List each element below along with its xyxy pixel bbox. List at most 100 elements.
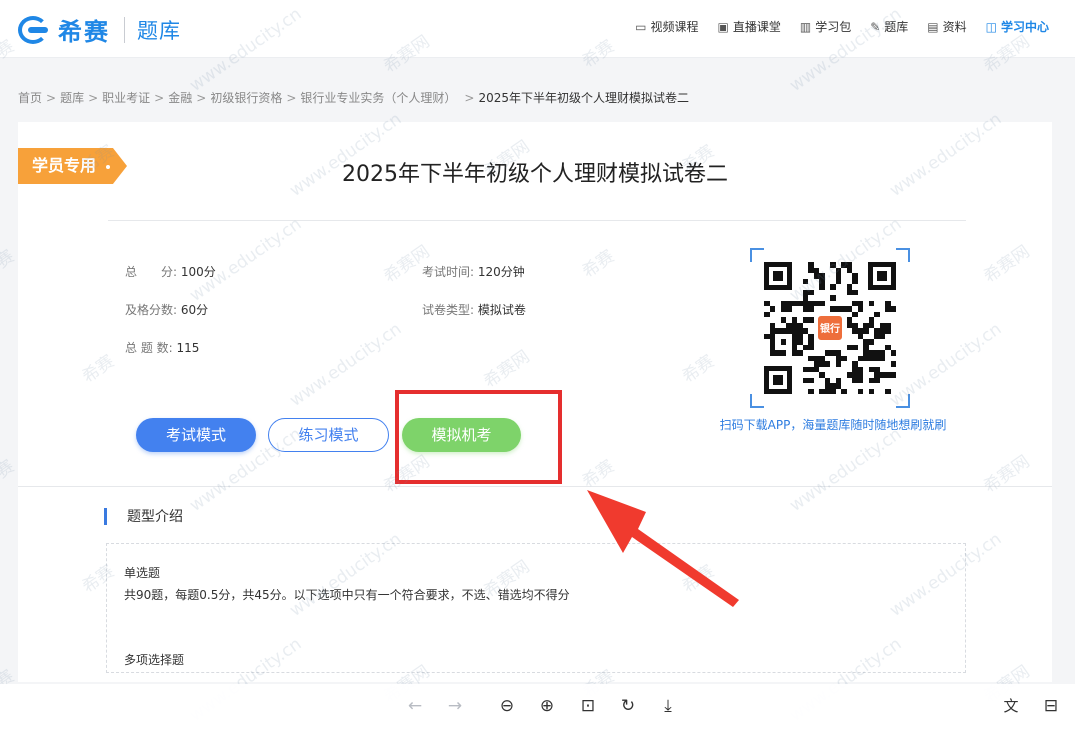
total-score-value: 100分 xyxy=(180,265,216,279)
qr-module xyxy=(797,350,803,356)
nav-label: 学习中心 xyxy=(1000,20,1049,34)
package-icon: ▥ xyxy=(799,19,812,34)
translate-icon[interactable]: 文 xyxy=(999,694,1023,718)
nav-live-classroom[interactable]: ▣ 直播课堂 xyxy=(717,18,780,35)
back-arrow-icon[interactable]: ← xyxy=(403,694,427,718)
qr-module xyxy=(786,306,792,312)
breadcrumb-current: 2025年下半年初级个人理财模拟试卷二 xyxy=(478,91,690,105)
pass-score-label: 及格分数: xyxy=(125,303,178,317)
breadcrumb-question-bank[interactable]: 题库 xyxy=(60,91,84,105)
qr-module xyxy=(830,284,836,290)
breadcrumb-home[interactable]: 首页 xyxy=(18,91,42,105)
rotate-icon[interactable]: ↻ xyxy=(616,694,640,718)
qr-module xyxy=(835,278,841,284)
qr-module xyxy=(852,311,858,317)
question-type-name: 多项选择题 xyxy=(124,653,185,667)
qr-code-image: 银行 xyxy=(764,262,896,394)
question-count-label: 总 题 数: xyxy=(125,341,173,355)
exam-time: 考试时间: 120分钟 xyxy=(422,263,525,280)
qr-module xyxy=(885,328,891,334)
question-count: 总 题 数: 115 xyxy=(125,339,199,356)
exam-title: 2025年下半年初级个人理财模拟试卷二 xyxy=(342,162,728,187)
top-nav: ▭ 视频课程 ▣ 直播课堂 ▥ 学习包 ✎ 题库 ▤ 资料 ◫ 学习中心 xyxy=(616,18,1049,35)
qr-module xyxy=(885,388,891,394)
qr-corner xyxy=(750,248,764,262)
exam-time-label: 考试时间: xyxy=(422,265,475,279)
site-header: 希赛 题库 ▭ 视频课程 ▣ 直播课堂 ▥ 学习包 ✎ 题库 ▤ 资料 ◫ 学习… xyxy=(0,0,1075,58)
section-divider xyxy=(18,486,1052,487)
qr-module xyxy=(868,388,874,394)
pass-score: 及格分数: 60分 xyxy=(125,301,208,318)
zoom-out-icon[interactable]: ⊖ xyxy=(495,694,519,718)
download-icon[interactable]: ⤓ xyxy=(656,694,680,718)
qr-module xyxy=(890,350,896,356)
zoom-in-icon[interactable]: ⊕ xyxy=(535,694,559,718)
qr-finder xyxy=(868,262,896,290)
watermark-text: 希赛 xyxy=(0,456,19,493)
qr-finder xyxy=(764,366,792,394)
brand-section: 题库 xyxy=(137,18,181,43)
qr-module xyxy=(764,311,770,317)
breadcrumb-sep: > xyxy=(196,91,207,105)
nav-materials[interactable]: ▤ 资料 xyxy=(927,18,966,35)
breadcrumb-junior-banking[interactable]: 初级银行资格 xyxy=(210,91,282,105)
forward-arrow-icon[interactable]: → xyxy=(443,694,467,718)
qr-module xyxy=(879,333,885,339)
qr-module xyxy=(830,388,836,394)
qr-module xyxy=(890,306,896,312)
qr-module xyxy=(857,306,863,312)
breadcrumb: 首页 > 题库 > 职业考证 > 金融 > 初级银行资格 > 银行业专业实务（个人理财） >2025年… xyxy=(18,89,689,106)
paper-type-label: 试卷类型: xyxy=(422,303,475,317)
brand-name: 希赛 xyxy=(58,18,110,46)
question-type-name: 单选题 xyxy=(124,566,161,580)
qr-module xyxy=(808,306,814,312)
exam-mode-button[interactable]: 考试模式 xyxy=(136,418,256,452)
nav-label: 直播课堂 xyxy=(732,20,781,34)
qr-module xyxy=(835,361,841,367)
breadcrumb-finance[interactable]: 金融 xyxy=(168,91,192,105)
site-logo[interactable]: 希赛 题库 xyxy=(18,12,181,47)
breadcrumb-sep: > xyxy=(46,91,57,105)
qr-module xyxy=(868,339,874,345)
qr-module xyxy=(802,278,808,284)
title-divider xyxy=(108,220,966,221)
qr-module xyxy=(808,377,814,383)
video-icon: ▭ xyxy=(635,19,647,34)
qr-module xyxy=(841,388,847,394)
qr-module xyxy=(874,311,880,317)
breadcrumb-subject[interactable]: 银行业专业实务（个人理财） xyxy=(300,91,456,105)
nav-study-package[interactable]: ▥ 学习包 xyxy=(800,18,851,35)
text-scan-icon[interactable]: ⊟ xyxy=(1039,694,1063,718)
qr-module xyxy=(890,372,896,378)
exam-card: 学员专用 2025年下半年初级个人理财模拟试卷二 总 分: 100分 及格分数:… xyxy=(18,122,1052,682)
question-type-desc: 共90题，每题0.5分，共45分。以下选项中只有一个符合要求，不选、错选均不得分 xyxy=(124,588,570,602)
qr-module xyxy=(824,361,830,367)
paper-type: 试卷类型: 模拟试卷 xyxy=(422,301,526,318)
question-bank-icon: ✎ xyxy=(870,19,881,34)
document-icon: ▤ xyxy=(927,19,939,34)
breadcrumb-certification[interactable]: 职业考证 xyxy=(102,91,150,105)
breadcrumb-sep: > xyxy=(464,91,475,105)
nav-question-bank[interactable]: ✎ 题库 xyxy=(870,18,908,35)
nav-label: 资料 xyxy=(942,20,967,34)
qr-module xyxy=(863,328,869,334)
qr-module xyxy=(769,306,775,312)
qr-finder xyxy=(764,262,792,290)
qr-corner xyxy=(750,394,764,408)
live-icon: ▣ xyxy=(717,19,729,34)
nav-learning-center[interactable]: ◫ 学习中心 xyxy=(986,18,1049,35)
qr-module xyxy=(780,350,786,356)
image-viewer-toolbar: ← → ⊖ ⊕ ⊡ ↻ ⤓ 文 ⊟ xyxy=(0,684,1075,729)
qr-module xyxy=(830,295,836,301)
section-accent-bar xyxy=(104,507,107,525)
fit-page-icon[interactable]: ⊡ xyxy=(576,694,600,718)
practice-mode-button[interactable]: 练习模式 xyxy=(268,418,389,452)
logo-divider xyxy=(124,16,125,43)
qr-module xyxy=(890,361,896,367)
total-score-label: 总 分: xyxy=(125,265,178,279)
qr-module xyxy=(808,388,814,394)
section-title: 题型介绍 xyxy=(127,509,183,525)
qr-module xyxy=(857,388,863,394)
red-highlight-box xyxy=(395,390,562,484)
nav-video-courses[interactable]: ▭ 视频课程 xyxy=(635,18,698,35)
